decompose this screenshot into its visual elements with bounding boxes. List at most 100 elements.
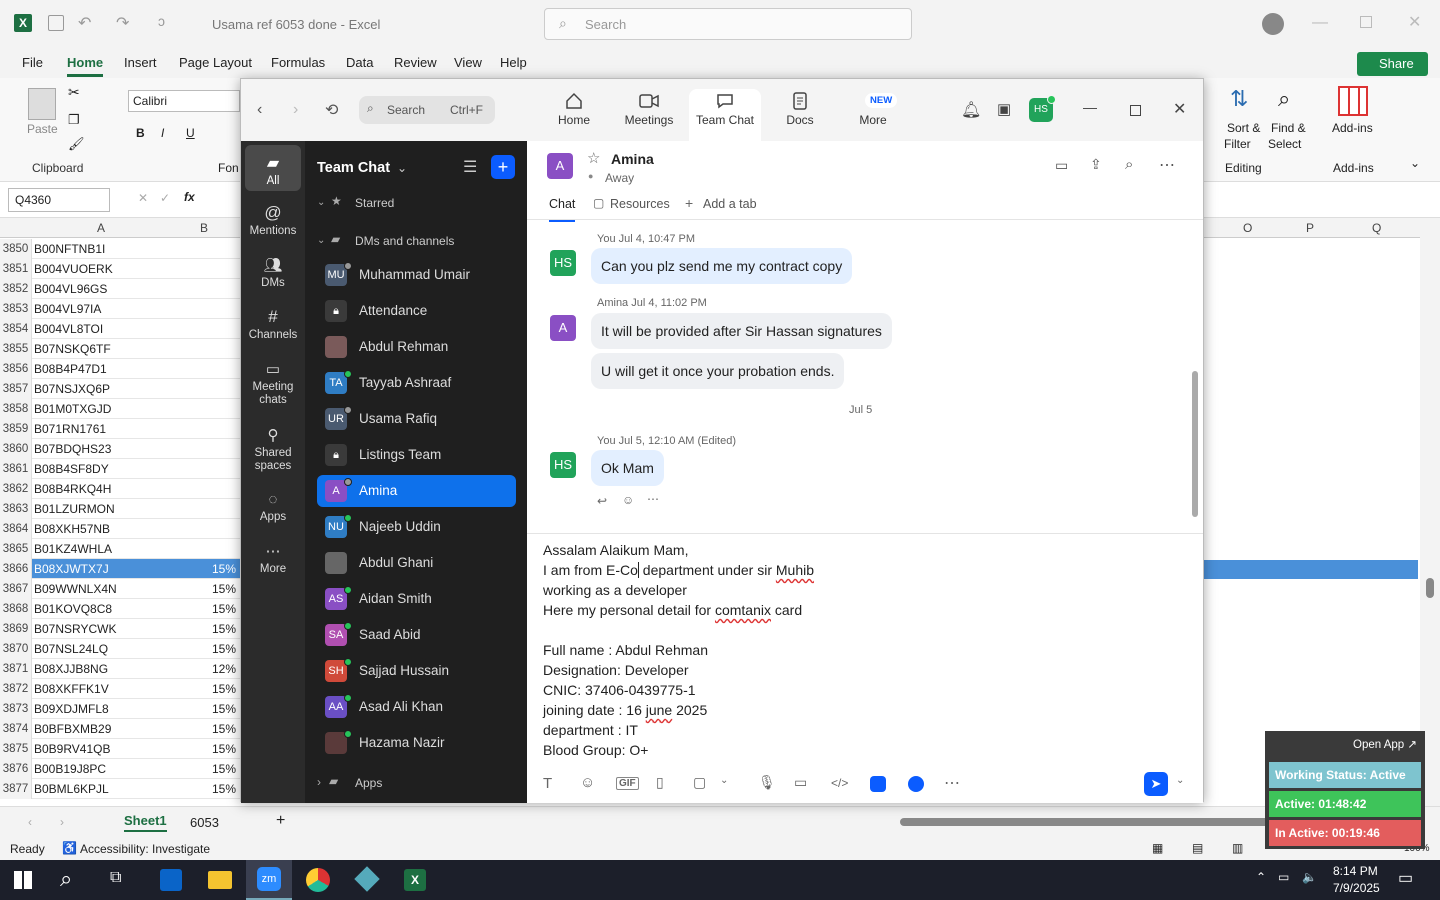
outlook-icon[interactable] (160, 869, 182, 891)
format-painter-icon[interactable]: 🖌 (68, 136, 85, 152)
redo-icon[interactable]: ↷ (116, 13, 129, 33)
row-number[interactable]: 3868 (0, 599, 32, 619)
table-row[interactable]: 3863 B01LZURMON (0, 499, 240, 519)
cell-a[interactable]: B07NSL24LQ (34, 639, 108, 659)
table-row[interactable]: 3854 B004VL8TOI (0, 319, 240, 339)
zoom-search-box[interactable]: ⌕ Search Ctrl+F (359, 96, 495, 124)
tab-docs[interactable]: Docs (765, 89, 835, 139)
cell-a[interactable]: B08B4P47D1 (34, 359, 107, 379)
table-row[interactable]: 3866 B08XJWTX7J 15% (0, 559, 240, 579)
row-number[interactable]: 3850 (0, 239, 32, 259)
vertical-scrollbar[interactable] (1420, 218, 1440, 806)
file-icon[interactable]: ▯ (656, 774, 664, 791)
app-integration-icon[interactable] (870, 776, 886, 792)
column-header-q[interactable]: Q (1372, 221, 1381, 235)
contact-item[interactable]: AA Asad Ali Khan (317, 691, 516, 723)
chat-scrollbar-thumb[interactable] (1192, 371, 1198, 517)
find-select-label-2[interactable]: Select (1268, 137, 1301, 151)
share-button[interactable]: Share (1357, 52, 1428, 76)
cell-b[interactable]: 15% (172, 679, 236, 699)
contact-item[interactable]: SH Sajjad Hussain (317, 655, 516, 687)
emoji-icon[interactable]: ☺ (580, 774, 595, 791)
table-row[interactable]: 3851 B004VUOERK (0, 259, 240, 279)
video-message-icon[interactable]: ▭ (794, 774, 807, 791)
row-number[interactable]: 3852 (0, 279, 32, 299)
filter-icon[interactable]: ☰ (463, 157, 477, 177)
cell-a[interactable]: B004VL96GS (34, 279, 107, 299)
tab-resources[interactable]: Resources (610, 197, 670, 211)
table-row[interactable]: 3850 B00NFTNB1I (0, 239, 240, 259)
paste-label[interactable]: Paste (27, 122, 58, 136)
row-number[interactable]: 3873 (0, 699, 32, 719)
cell-a[interactable]: B0B9RV41QB (34, 739, 111, 759)
rail-channels[interactable]: # Channels (241, 305, 305, 341)
page-layout-view-icon[interactable]: ▤ (1192, 841, 1203, 855)
contact-item[interactable]: UR Usama Rafiq (317, 403, 516, 435)
cell-b[interactable]: 15% (172, 779, 236, 799)
contact-item[interactable]: TA Tayyab Ashraaf (317, 367, 516, 399)
chrome-icon[interactable] (306, 868, 330, 892)
table-row[interactable]: 3859 B071RN1761 (0, 419, 240, 439)
code-snippet-icon[interactable]: </> (831, 776, 848, 790)
starred-section[interactable]: Starred (355, 196, 394, 210)
cell-b[interactable]: 15% (172, 559, 236, 579)
notification-icon[interactable]: ▭ (1398, 868, 1413, 888)
chat-header-avatar[interactable]: A (547, 153, 573, 179)
excel-taskbar-icon[interactable]: X (404, 869, 426, 891)
emoji-reaction-icon[interactable]: ☺ (622, 493, 634, 507)
cell-b[interactable]: 15% (172, 759, 236, 779)
column-header-a[interactable]: A (97, 221, 105, 235)
video-call-icon[interactable]: ▭ (1055, 157, 1068, 174)
menu-formulas[interactable]: Formulas (271, 55, 325, 70)
cell-a[interactable]: B0BML6KPJL (34, 779, 109, 799)
table-row[interactable]: 3852 B004VL96GS (0, 279, 240, 299)
contact-item[interactable]: Hazama Nazir (317, 727, 516, 759)
text-format-icon[interactable]: T (543, 775, 552, 792)
rail-apps[interactable]: ◌ Apps (241, 487, 305, 524)
share-screen-icon[interactable]: ⇪ (1090, 156, 1102, 173)
paste-icon[interactable] (28, 88, 56, 120)
function-icon[interactable]: fx (184, 190, 195, 204)
tab-team-chat[interactable]: Team Chat (689, 89, 761, 141)
forward-icon[interactable]: › (293, 101, 298, 119)
next-sheet-icon[interactable]: › (60, 815, 64, 829)
message-avatar[interactable]: A (550, 315, 576, 341)
message-bubble[interactable]: It will be provided after Sir Hassan sig… (591, 313, 892, 349)
toolbar-more-icon[interactable]: ⋯ (944, 773, 960, 793)
cell-a[interactable]: B08XJWTX7J (34, 559, 109, 579)
italic-button[interactable]: I (161, 126, 164, 140)
menu-review[interactable]: Review (394, 55, 437, 70)
rail-more[interactable]: ⋯ More (241, 539, 305, 575)
row-number[interactable]: 3872 (0, 679, 32, 699)
account-avatar[interactable] (1262, 13, 1284, 35)
contact-item[interactable]: 🔒︎ Listings Team (317, 439, 516, 471)
table-row[interactable]: 3858 B01M0TXGJD (0, 399, 240, 419)
menu-page-layout[interactable]: Page Layout (179, 55, 252, 70)
apps-section-chevron-icon[interactable]: › (317, 775, 321, 789)
cell-a[interactable]: B00NFTNB1I (34, 239, 105, 259)
row-number[interactable]: 3855 (0, 339, 32, 359)
windows-start-icon[interactable] (14, 871, 32, 889)
menu-help[interactable]: Help (500, 55, 527, 70)
table-row[interactable]: 3868 B01KOVQ8C8 15% (0, 599, 240, 619)
cancel-icon[interactable]: ✕ (138, 191, 148, 205)
tray-chevron-icon[interactable]: ⌃ (1256, 870, 1266, 884)
network-icon[interactable]: ▭ (1278, 870, 1289, 884)
cell-b[interactable]: 15% (172, 719, 236, 739)
cell-a[interactable]: B09WWNLX4N (34, 579, 117, 599)
rail-meeting-chats[interactable]: ▭ Meeting chats (241, 357, 305, 407)
save-icon[interactable] (48, 15, 64, 31)
cell-a[interactable]: B07NSJXQ6P (34, 379, 110, 399)
menu-file[interactable]: File (22, 55, 43, 70)
back-icon[interactable]: ‹ (257, 101, 262, 119)
name-box[interactable]: Q4360 (8, 188, 110, 212)
cell-a[interactable]: B01M0TXGJD (34, 399, 111, 419)
table-row[interactable]: 3867 B09WWNLX4N 15% (0, 579, 240, 599)
cell-b[interactable]: 15% (172, 599, 236, 619)
file-explorer-icon[interactable] (208, 871, 232, 889)
bell-icon[interactable]: 🔔︎ (961, 100, 981, 120)
row-number[interactable]: 3874 (0, 719, 32, 739)
customize-icon[interactable]: ↄ (158, 13, 165, 29)
row-number[interactable]: 3857 (0, 379, 32, 399)
underline-button[interactable]: U (186, 126, 195, 140)
